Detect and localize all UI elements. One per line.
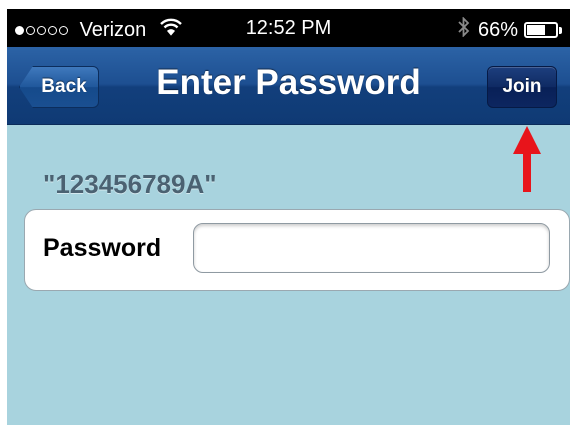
battery-icon — [524, 22, 558, 38]
battery-percent: 66% — [477, 18, 518, 41]
battery-fill — [527, 25, 545, 35]
join-button[interactable]: Join — [487, 66, 557, 108]
password-form-group: Password — [24, 209, 570, 291]
status-bar: Verizon 12:52 PM 66% — [7, 9, 570, 47]
page-title: Enter Password — [156, 63, 421, 102]
network-name: "123456789A" — [43, 169, 217, 199]
navigation-bar: Back Enter Password Join — [7, 47, 570, 125]
phone-screen: Verizon 12:52 PM 66% Back Enter Password… — [7, 9, 570, 425]
bluetooth-icon — [458, 16, 470, 43]
password-label: Password — [43, 234, 162, 262]
red-arrow-icon — [513, 126, 541, 192]
password-input[interactable] — [193, 223, 550, 273]
status-right: 66% — [458, 16, 562, 43]
battery-tip — [559, 26, 562, 34]
